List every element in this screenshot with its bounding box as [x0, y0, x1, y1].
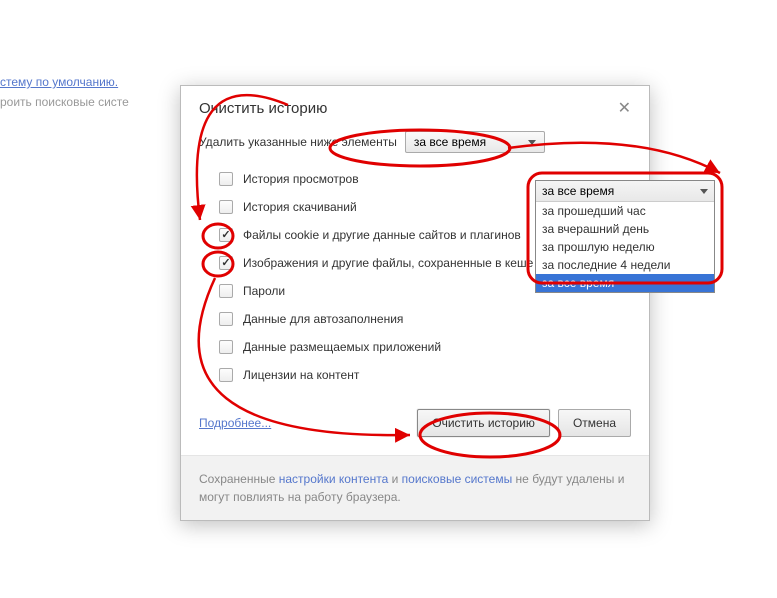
bg-default-link[interactable]: стему по умолчанию.	[0, 75, 118, 89]
check-row[interactable]: Данные для автозаполнения	[199, 305, 631, 333]
clear-button[interactable]: Очистить историю	[417, 409, 550, 437]
button-group: Очистить историю Отмена	[417, 409, 631, 437]
dialog-footer: Сохраненные настройки контента и поисков…	[181, 455, 649, 520]
checkbox[interactable]	[219, 368, 233, 382]
chevron-down-icon	[700, 189, 708, 194]
check-label: Пароли	[243, 284, 285, 298]
time-range-select[interactable]: за все время	[405, 131, 545, 153]
check-label: Изображения и другие файлы, сохраненные …	[243, 256, 533, 270]
checkbox[interactable]	[219, 256, 233, 270]
check-label: Лицензии на контент	[243, 368, 359, 382]
checkbox[interactable]	[219, 228, 233, 242]
more-link[interactable]: Подробнее...	[199, 416, 271, 430]
delete-label: Удалить указанные ниже элементы	[199, 135, 397, 149]
dialog-header: Очистить историю ✕	[181, 86, 649, 127]
checkbox[interactable]	[219, 340, 233, 354]
dropdown-option[interactable]: за вчерашний день	[536, 220, 714, 238]
cancel-button[interactable]: Отмена	[558, 409, 631, 437]
chevron-down-icon	[528, 140, 536, 145]
dropdown-current-label: за все время	[542, 184, 614, 198]
close-icon[interactable]: ✕	[618, 101, 631, 117]
time-range-value: за все время	[414, 135, 486, 149]
check-label: История просмотров	[243, 172, 359, 186]
checkbox[interactable]	[219, 172, 233, 186]
dropdown-option[interactable]: за прошедший час	[536, 202, 714, 220]
checkbox[interactable]	[219, 284, 233, 298]
footer-text-mid: и	[388, 472, 401, 486]
check-label: Данные для автозаполнения	[243, 312, 403, 326]
dropdown-option[interactable]: за прошлую неделю	[536, 238, 714, 256]
bg-search-text: роить поисковые систе	[0, 95, 129, 109]
time-range-row: Удалить указанные ниже элементы за все в…	[199, 131, 631, 153]
dropdown-option[interactable]: за все время	[536, 274, 714, 292]
footer-text-pre: Сохраненные	[199, 472, 279, 486]
check-row[interactable]: Лицензии на контент	[199, 361, 631, 389]
checkbox[interactable]	[219, 312, 233, 326]
button-row: Подробнее... Очистить историю Отмена	[199, 409, 631, 437]
search-engines-link[interactable]: поисковые системы	[402, 472, 513, 486]
content-settings-link[interactable]: настройки контента	[279, 472, 389, 486]
dropdown-current[interactable]: за все время	[536, 181, 714, 202]
checkbox[interactable]	[219, 200, 233, 214]
check-row[interactable]: Данные размещаемых приложений	[199, 333, 631, 361]
dropdown-option[interactable]: за последние 4 недели	[536, 256, 714, 274]
dialog-title: Очистить историю	[199, 100, 327, 117]
check-label: Файлы cookie и другие данные сайтов и пл…	[243, 228, 521, 242]
clear-history-dialog: Очистить историю ✕ Удалить указанные ниж…	[180, 85, 650, 521]
check-label: Данные размещаемых приложений	[243, 340, 441, 354]
check-label: История скачиваний	[243, 200, 357, 214]
time-range-dropdown[interactable]: за все время за прошедший часза вчерашни…	[535, 180, 715, 293]
